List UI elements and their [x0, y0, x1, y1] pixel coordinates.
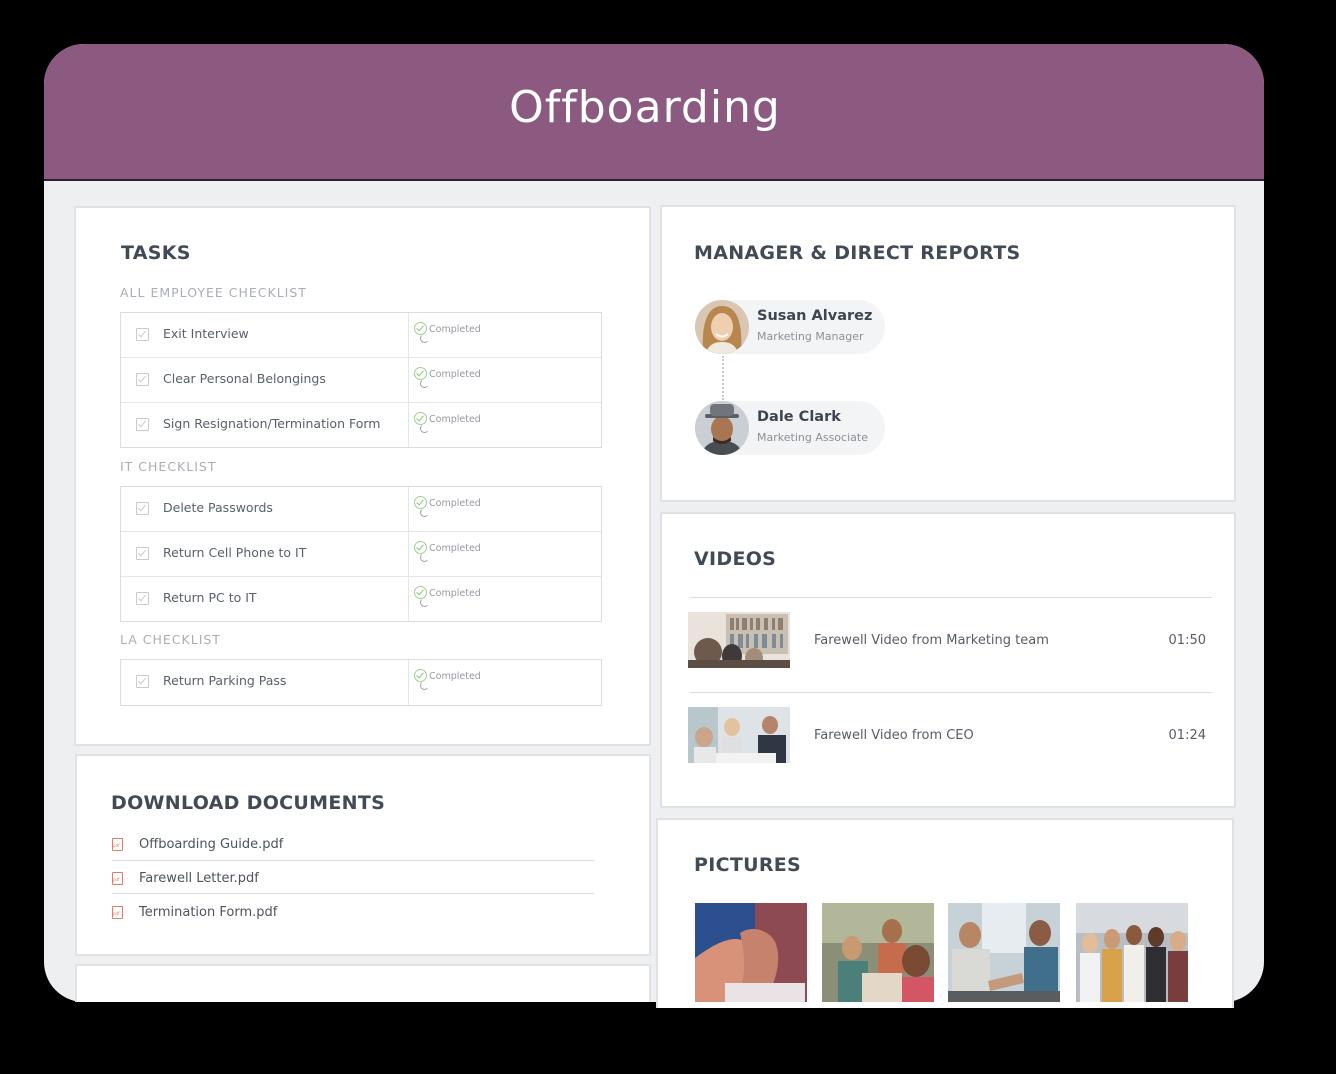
videos-card: VIDEOS Farewell Video from Marketing tea… — [660, 512, 1236, 808]
page-title: Offboarding — [509, 82, 781, 133]
additional-card — [75, 964, 651, 1002]
checkbox-icon[interactable] — [136, 328, 149, 341]
status-badge: Completed — [414, 367, 481, 388]
pdf-icon — [112, 906, 123, 919]
picture-thumbnail[interactable] — [695, 903, 807, 1002]
avatar — [695, 401, 749, 455]
task-label: Sign Resignation/Termination Form — [163, 416, 381, 431]
video-item[interactable]: Farewell Video from CEO 01:24 — [688, 693, 1210, 788]
task-label: Return Cell Phone to IT — [163, 545, 307, 560]
task-row[interactable]: Return Parking Pass Completed — [121, 660, 601, 705]
checkbox-icon[interactable] — [136, 592, 149, 605]
avatar — [695, 300, 749, 354]
task-row[interactable]: Exit Interview Completed — [121, 313, 601, 358]
column-divider — [408, 358, 409, 402]
column-divider — [408, 532, 409, 576]
column-divider — [408, 403, 409, 447]
picture-thumbnail[interactable] — [822, 903, 934, 1002]
checkbox-icon[interactable] — [136, 547, 149, 560]
status-text: Completed — [429, 543, 481, 554]
task-row[interactable]: Return Cell Phone to IT Completed — [121, 532, 601, 577]
documents-card: DOWNLOAD DOCUMENTS Offboarding Guide.pdf… — [75, 754, 651, 956]
pdf-icon — [112, 838, 123, 851]
task-label: Clear Personal Belongings — [163, 371, 326, 386]
picture-thumbnail[interactable] — [948, 903, 1060, 1002]
person-name: Dale Clark — [757, 409, 841, 425]
divider — [112, 860, 594, 861]
document-name[interactable]: Termination Form.pdf — [139, 905, 277, 920]
task-label: Exit Interview — [163, 326, 249, 341]
checkbox-icon[interactable] — [136, 502, 149, 515]
video-title: Farewell Video from Marketing team — [814, 633, 1049, 648]
checklist-table: Delete Passwords Completed Return Cell P… — [120, 486, 602, 622]
status-badge: Completed — [414, 412, 481, 433]
video-thumbnail[interactable] — [688, 612, 790, 668]
document-link[interactable]: Termination Form.pdf — [112, 905, 602, 940]
task-row[interactable]: Return PC to IT Completed — [121, 577, 601, 621]
tasks-title: TASKS — [121, 242, 191, 264]
document-link[interactable]: Offboarding Guide.pdf — [112, 837, 602, 872]
column-divider — [408, 313, 409, 357]
video-item[interactable]: Farewell Video from Marketing team 01:50 — [688, 598, 1210, 693]
person-card[interactable]: Dale Clark Marketing Associate — [695, 401, 885, 455]
video-thumbnail[interactable] — [688, 707, 790, 763]
status-text: Completed — [429, 324, 481, 335]
task-row[interactable]: Sign Resignation/Termination Form Comple… — [121, 403, 601, 447]
task-label: Return Parking Pass — [163, 673, 287, 688]
org-connector — [722, 356, 724, 400]
status-text: Completed — [429, 498, 481, 509]
checklist-table: Return Parking Pass Completed — [120, 659, 602, 706]
video-duration: 01:24 — [1168, 728, 1206, 743]
column-divider — [408, 577, 409, 621]
tasks-card: TASKS ALL EMPLOYEE CHECKLIST Exit Interv… — [74, 206, 651, 746]
divider — [112, 893, 594, 894]
document-name[interactable]: Offboarding Guide.pdf — [139, 837, 283, 852]
videos-title: VIDEOS — [694, 548, 777, 570]
person-role: Marketing Associate — [757, 431, 868, 444]
status-text: Completed — [429, 414, 481, 425]
task-label: Return PC to IT — [163, 590, 257, 605]
status-text: Completed — [429, 671, 481, 682]
video-duration: 01:50 — [1168, 633, 1206, 648]
status-badge: Completed — [414, 322, 481, 343]
checkbox-icon[interactable] — [136, 418, 149, 431]
checklist-heading: LA CHECKLIST — [120, 632, 221, 647]
status-badge: Completed — [414, 586, 481, 607]
video-title: Farewell Video from CEO — [814, 728, 974, 743]
picture-thumbnail[interactable] — [1076, 903, 1188, 1002]
person-name: Susan Alvarez — [757, 308, 873, 324]
status-text: Completed — [429, 369, 481, 380]
status-badge: Completed — [414, 669, 481, 690]
status-text: Completed — [429, 588, 481, 599]
task-row[interactable]: Delete Passwords Completed — [121, 487, 601, 532]
checklist-heading: ALL EMPLOYEE CHECKLIST — [120, 285, 307, 300]
page-header: Offboarding — [44, 44, 1264, 181]
pdf-icon — [112, 872, 123, 885]
person-card[interactable]: Susan Alvarez Marketing Manager — [695, 300, 885, 354]
status-badge: Completed — [414, 496, 481, 517]
checklist-table: Exit Interview Completed Clear Personal … — [120, 312, 602, 448]
pictures-title: PICTURES — [694, 854, 802, 876]
column-divider — [408, 660, 409, 705]
document-name[interactable]: Farewell Letter.pdf — [139, 871, 259, 886]
status-badge: Completed — [414, 541, 481, 562]
task-row[interactable]: Clear Personal Belongings Completed — [121, 358, 601, 403]
checkbox-icon[interactable] — [136, 675, 149, 688]
document-link[interactable]: Farewell Letter.pdf — [112, 871, 602, 906]
documents-title: DOWNLOAD DOCUMENTS — [111, 792, 386, 814]
person-role: Marketing Manager — [757, 330, 864, 343]
checkbox-icon[interactable] — [136, 373, 149, 386]
checklist-heading: IT CHECKLIST — [120, 459, 217, 474]
column-divider — [408, 487, 409, 531]
task-label: Delete Passwords — [163, 500, 273, 515]
manager-title: MANAGER & DIRECT REPORTS — [694, 242, 1021, 264]
